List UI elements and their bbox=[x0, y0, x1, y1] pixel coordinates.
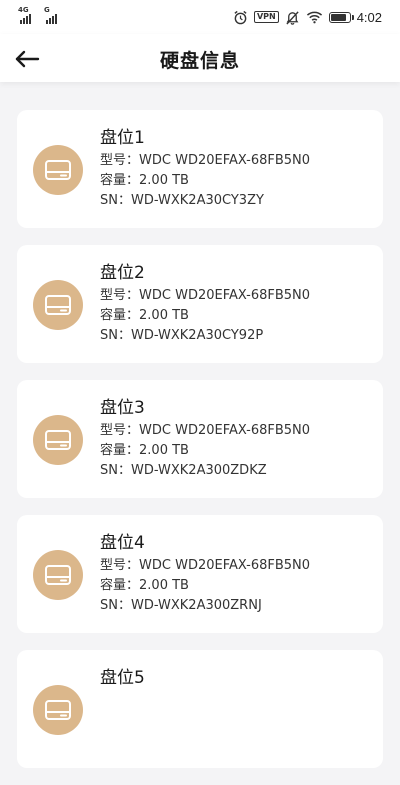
hard-drive-icon bbox=[45, 430, 71, 450]
model-label: 型号： bbox=[100, 423, 140, 438]
page-title: 硬盘信息 bbox=[159, 50, 240, 72]
disk-info: 盘位3 型号：WDC WD20EFAX-68FB5N0 容量：2.00 TB S… bbox=[100, 397, 310, 481]
sn-label: SN： bbox=[100, 463, 131, 478]
sn-value: WD-WXK2A30CY92P bbox=[130, 328, 264, 343]
network-type-1: 4G bbox=[18, 6, 29, 14]
disk-avatar bbox=[33, 415, 83, 465]
mute-bell-icon bbox=[285, 10, 300, 25]
battery-fill bbox=[330, 13, 346, 21]
app-bar: 硬盘信息 bbox=[0, 34, 400, 82]
network-type-2: G bbox=[44, 6, 50, 14]
capacity-value: 2.00 TB bbox=[139, 173, 189, 188]
alarm-icon bbox=[233, 10, 248, 25]
disk-sn-row: SN：WD-WXK2A30CY92P bbox=[100, 326, 310, 346]
sn-label: SN： bbox=[100, 598, 131, 613]
disk-avatar bbox=[33, 550, 83, 600]
disk-info: 盘位2 型号：WDC WD20EFAX-68FB5N0 容量：2.00 TB S… bbox=[100, 262, 310, 346]
signal-g-icon: G bbox=[44, 6, 64, 24]
capacity-value: 2.00 TB bbox=[139, 308, 189, 323]
disk-sn-row: SN：WD-WXK2A300ZRNJ bbox=[100, 596, 310, 616]
disk-model-row: 型号：WDC WD20EFAX-68FB5N0 bbox=[100, 286, 310, 306]
sn-label: SN： bbox=[100, 193, 131, 208]
vpn-badge: VPN bbox=[253, 11, 279, 23]
sn-value: WD-WXK2A300ZRNJ bbox=[130, 598, 262, 613]
disk-name: 盘位1 bbox=[100, 128, 145, 148]
sn-value: WD-WXK2A300ZDKZ bbox=[130, 463, 267, 478]
signal-4g-icon: 4G bbox=[18, 6, 38, 24]
disk-info: 盘位5 型号： 容量： SN： bbox=[100, 667, 145, 751]
disk-card[interactable]: 盘位5 型号： 容量： SN： bbox=[17, 650, 383, 768]
status-bar-right: VPN 4:02 bbox=[233, 8, 382, 26]
disk-card[interactable]: 盘位3 型号：WDC WD20EFAX-68FB5N0 容量：2.00 TB S… bbox=[17, 380, 383, 498]
disk-avatar bbox=[33, 280, 83, 330]
disk-info: 盘位1 型号：WDC WD20EFAX-68FB5N0 容量：2.00 TB S… bbox=[100, 127, 310, 211]
model-label: 型号： bbox=[100, 153, 140, 168]
disk-card[interactable]: 盘位4 型号：WDC WD20EFAX-68FB5N0 容量：2.00 TB S… bbox=[17, 515, 383, 633]
wifi-icon bbox=[306, 10, 323, 24]
capacity-label: 容量： bbox=[100, 443, 140, 458]
model-value: WDC WD20EFAX-68FB5N0 bbox=[139, 288, 311, 303]
disk-avatar bbox=[33, 145, 83, 195]
model-value: WDC WD20EFAX-68FB5N0 bbox=[139, 423, 311, 438]
disk-model-row: 型号：WDC WD20EFAX-68FB5N0 bbox=[100, 421, 310, 441]
disk-card[interactable]: 盘位2 型号：WDC WD20EFAX-68FB5N0 容量：2.00 TB S… bbox=[17, 245, 383, 363]
model-label: 型号： bbox=[100, 558, 140, 573]
disk-capacity-row: 容量：2.00 TB bbox=[100, 441, 310, 461]
sn-value: WD-WXK2A30CY3ZY bbox=[130, 193, 264, 208]
disk-sn-row: SN：WD-WXK2A300ZDKZ bbox=[100, 461, 310, 481]
disk-list: 盘位1 型号：WDC WD20EFAX-68FB5N0 容量：2.00 TB S… bbox=[17, 110, 383, 785]
capacity-label: 容量： bbox=[100, 173, 140, 188]
status-bar: 4G G VPN 4:02 bbox=[0, 0, 400, 34]
capacity-label: 容量： bbox=[100, 578, 140, 593]
status-bar-left: 4G G bbox=[18, 6, 64, 24]
capacity-value: 2.00 TB bbox=[139, 578, 189, 593]
disk-capacity-row: 容量：2.00 TB bbox=[100, 171, 310, 191]
hard-drive-icon bbox=[45, 700, 71, 720]
hard-drive-icon bbox=[45, 160, 71, 180]
disk-name: 盘位4 bbox=[100, 533, 145, 553]
hard-drive-icon bbox=[45, 295, 71, 315]
sn-label: SN： bbox=[100, 328, 131, 343]
disk-capacity-row: 容量：2.00 TB bbox=[100, 306, 310, 326]
disk-card[interactable]: 盘位1 型号：WDC WD20EFAX-68FB5N0 容量：2.00 TB S… bbox=[17, 110, 383, 228]
disk-model-row: 型号：WDC WD20EFAX-68FB5N0 bbox=[100, 556, 310, 576]
disk-name: 盘位5 bbox=[100, 668, 145, 688]
disk-sn-row: SN：WD-WXK2A30CY3ZY bbox=[100, 191, 310, 211]
hard-drive-icon bbox=[45, 565, 71, 585]
model-value: WDC WD20EFAX-68FB5N0 bbox=[139, 153, 311, 168]
status-time: 4:02 bbox=[356, 9, 382, 25]
capacity-label: 容量： bbox=[100, 308, 140, 323]
model-value: WDC WD20EFAX-68FB5N0 bbox=[139, 558, 311, 573]
capacity-value: 2.00 TB bbox=[139, 443, 189, 458]
model-label: 型号： bbox=[100, 288, 140, 303]
disk-name: 盘位3 bbox=[100, 398, 145, 418]
disk-info: 盘位4 型号：WDC WD20EFAX-68FB5N0 容量：2.00 TB S… bbox=[100, 532, 310, 616]
disk-model-row: 型号：WDC WD20EFAX-68FB5N0 bbox=[100, 151, 310, 171]
disk-name: 盘位2 bbox=[100, 263, 145, 283]
disk-capacity-row: 容量：2.00 TB bbox=[100, 576, 310, 596]
battery-icon bbox=[328, 11, 354, 23]
